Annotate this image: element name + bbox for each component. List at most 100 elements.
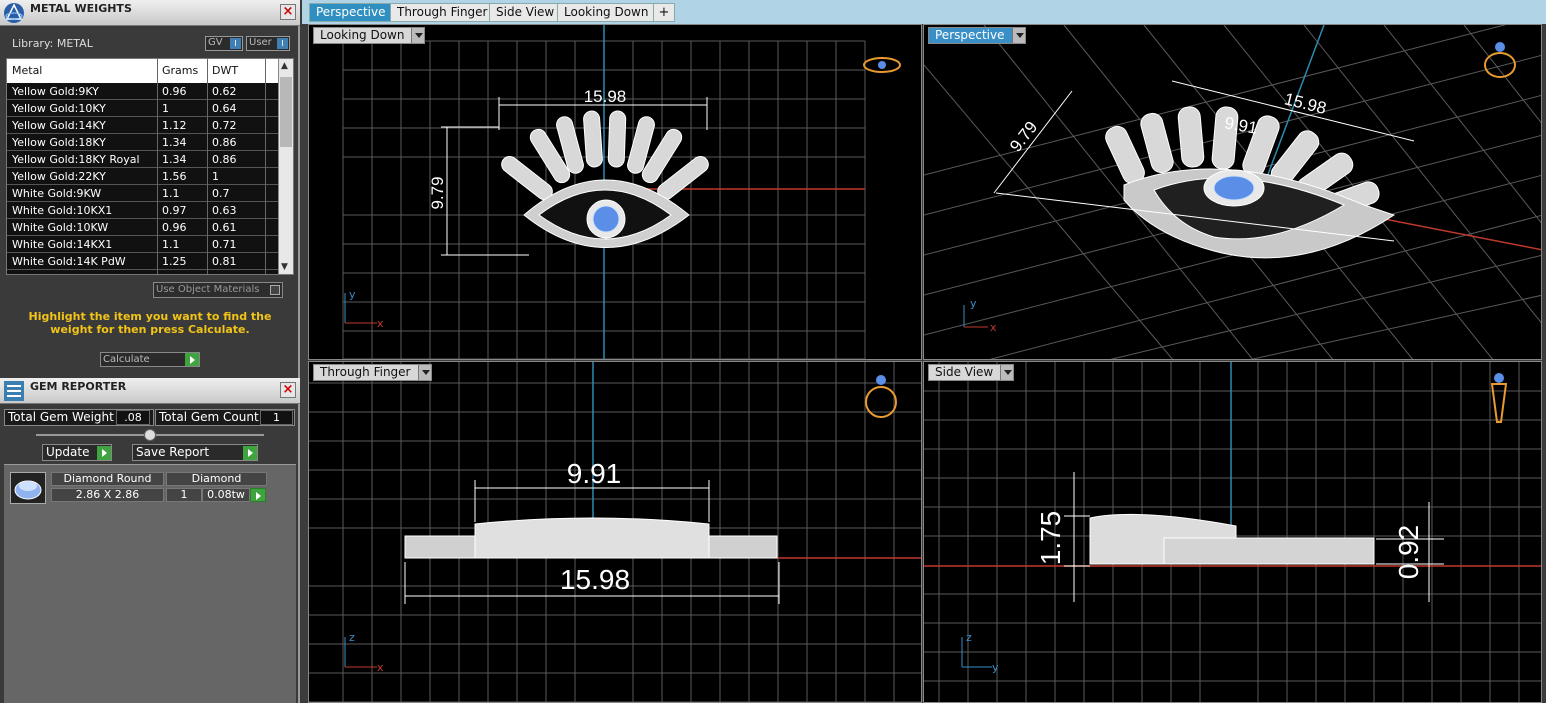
table-row[interactable]: White Gold:10KX1 0.97 0.63 bbox=[7, 202, 293, 219]
table-row[interactable]: Yellow Gold:18KY Royal 1.34 0.86 bbox=[7, 151, 293, 168]
axis-label-vertical: z bbox=[966, 631, 972, 644]
checkbox-icon[interactable] bbox=[270, 285, 280, 295]
user-toggle[interactable]: User I bbox=[246, 36, 290, 51]
gem-splitter[interactable] bbox=[36, 429, 264, 441]
viewport-tab-bar: Perspective Through Finger Side View Loo… bbox=[302, 0, 1546, 24]
table-row[interactable]: White Gold:10KW 0.96 0.61 bbox=[7, 219, 293, 236]
scrollbar-thumb[interactable] bbox=[280, 77, 292, 147]
table-row[interactable]: Yellow Gold:9KY 0.96 0.62 bbox=[7, 83, 293, 100]
grams-cell: 0.96 bbox=[162, 85, 187, 98]
chevron-down-icon[interactable] bbox=[1000, 365, 1014, 380]
play-arrow-icon[interactable] bbox=[185, 353, 199, 366]
tab-looking-down[interactable]: Looking Down bbox=[557, 3, 656, 22]
total-gem-weight-value: .08 bbox=[116, 410, 150, 425]
right-height-dimension: 0.92 bbox=[1393, 525, 1424, 580]
ring-orientation-icon[interactable] bbox=[1490, 373, 1508, 423]
gem-size: 2.86 X 2.86 bbox=[51, 488, 164, 502]
gv-toggle[interactable]: GV I bbox=[205, 36, 243, 51]
tab-perspective[interactable]: Perspective bbox=[309, 3, 393, 22]
metal-name-cell: White Gold:14KX1 bbox=[12, 238, 113, 251]
save-report-button[interactable]: Save Report bbox=[132, 444, 258, 461]
chevron-down-icon[interactable] bbox=[1011, 28, 1025, 43]
viewport-label-looking-down[interactable]: Looking Down bbox=[313, 27, 426, 44]
grams-cell: 1.12 bbox=[162, 119, 187, 132]
play-arrow-icon[interactable] bbox=[251, 489, 265, 501]
tab-through-finger[interactable]: Through Finger bbox=[390, 3, 495, 22]
scroll-down-icon[interactable]: ▼ bbox=[281, 262, 288, 272]
ring-orientation-icon[interactable] bbox=[1484, 42, 1516, 78]
metal-name-cell: Yellow Gold:10KY bbox=[12, 102, 106, 115]
looking-down-canvas: 15.98 9.79 y x bbox=[342, 25, 901, 359]
dwt-cell: 0.63 bbox=[212, 204, 237, 217]
metal-name-cell: Yellow Gold:22KY bbox=[12, 170, 106, 183]
grams-cell: 1.56 bbox=[162, 170, 187, 183]
viewport-perspective[interactable]: 15.98 9.79 9.91 y x Perspective bbox=[923, 24, 1542, 360]
viewport-label-side-view[interactable]: Side View bbox=[928, 364, 1015, 381]
height-dimension: 9.79 bbox=[428, 176, 447, 209]
table-row[interactable]: Yellow Gold:22KY 1.56 1 bbox=[7, 168, 293, 185]
dwt-cell: 0.62 bbox=[212, 85, 237, 98]
bottom-width-dimension: 15.98 bbox=[560, 564, 630, 595]
calculate-button[interactable]: Calculate bbox=[100, 352, 200, 367]
axis-label-horizontal: x bbox=[377, 317, 384, 330]
gem-count: 1 bbox=[166, 488, 202, 502]
metal-table-scrollbar[interactable]: ▲ ▼ bbox=[278, 59, 293, 274]
gem-type: Diamond bbox=[166, 472, 267, 486]
table-row[interactable]: Yellow Gold:14KY 1.12 0.72 bbox=[7, 117, 293, 134]
axis-label-horizontal: x bbox=[990, 321, 997, 334]
play-arrow-icon[interactable] bbox=[243, 446, 257, 460]
grams-cell: 1 bbox=[162, 102, 169, 115]
use-object-materials-checkbox[interactable]: Use Object Materials bbox=[153, 282, 283, 298]
grams-cell: 1.34 bbox=[162, 153, 187, 166]
ring-orientation-icon[interactable] bbox=[865, 375, 897, 418]
column-header-dwt[interactable]: DWT bbox=[212, 64, 238, 77]
column-header-grams[interactable]: Grams bbox=[162, 64, 198, 77]
viewport-side-view[interactable]: 1.75 0.92 z y Side View bbox=[923, 361, 1542, 703]
metal-name-cell: White Gold:9KW bbox=[12, 187, 102, 200]
round-diamond-icon bbox=[14, 480, 42, 500]
viewport-label-through-finger[interactable]: Through Finger bbox=[313, 364, 432, 381]
total-gem-count-value: 1 bbox=[260, 410, 293, 425]
side-view-canvas: 1.75 0.92 z y bbox=[924, 362, 1541, 702]
metal-table-header: Metal Grams DWT bbox=[7, 59, 293, 83]
grams-cell: 1.34 bbox=[162, 136, 187, 149]
metal-name-cell: Yellow Gold:18KY Royal bbox=[12, 153, 140, 166]
table-row[interactable]: White Gold:9KW 1.1 0.7 bbox=[7, 185, 293, 202]
column-header-metal[interactable]: Metal bbox=[12, 64, 42, 77]
tab-side-view[interactable]: Side View bbox=[489, 3, 562, 22]
splitter-knob[interactable] bbox=[144, 429, 156, 441]
gem-detail-button[interactable] bbox=[250, 488, 266, 502]
chevron-down-icon[interactable] bbox=[417, 365, 431, 380]
table-row[interactable]: White Gold:14KX1 1.1 0.71 bbox=[7, 236, 293, 253]
chevron-down-icon[interactable] bbox=[411, 28, 425, 43]
axis-label-vertical: y bbox=[349, 288, 356, 301]
metal-weights-title: METAL WEIGHTS bbox=[30, 2, 132, 15]
gem-reporter-close-button[interactable]: × bbox=[280, 382, 296, 398]
width-dimension: 15.98 bbox=[584, 87, 627, 106]
grams-cell: 0.96 bbox=[162, 221, 187, 234]
viewport-label-perspective[interactable]: Perspective bbox=[928, 27, 1026, 44]
metal-name-cell: Yellow Gold:14KY bbox=[12, 119, 106, 132]
update-button[interactable]: Update bbox=[42, 444, 112, 461]
scroll-up-icon[interactable]: ▲ bbox=[281, 61, 288, 71]
through-finger-canvas: 9.91 15.98 z x bbox=[309, 362, 921, 702]
library-label: Library: METAL bbox=[12, 37, 93, 50]
axis-label-vertical: z bbox=[349, 631, 355, 644]
play-arrow-icon[interactable] bbox=[97, 446, 111, 460]
update-label: Update bbox=[46, 445, 90, 459]
metal-weights-close-button[interactable]: × bbox=[280, 4, 296, 20]
table-row[interactable]: Yellow Gold:10KY 1 0.64 bbox=[7, 100, 293, 117]
table-row[interactable]: White Gold:14K PdW 1.25 0.81 bbox=[7, 253, 293, 270]
viewport-label-text: Looking Down bbox=[320, 28, 405, 42]
add-tab-button[interactable]: + bbox=[653, 3, 675, 22]
user-toggle-label: User bbox=[249, 37, 272, 48]
top-width-dimension: 9.91 bbox=[567, 458, 622, 489]
viewport-looking-down[interactable]: 15.98 9.79 y x Looking Down bbox=[308, 24, 922, 360]
viewport-through-finger[interactable]: 9.91 15.98 z x Through Finger bbox=[308, 361, 922, 703]
total-gem-count-label: Total Gem Count bbox=[159, 410, 259, 424]
gv-toggle-label: GV bbox=[208, 37, 223, 48]
metal-name-cell: Yellow Gold:18KY bbox=[12, 136, 106, 149]
table-row[interactable]: Yellow Gold:18KY 1.34 0.86 bbox=[7, 134, 293, 151]
ring-orientation-icon[interactable] bbox=[863, 57, 901, 73]
metal-table: Metal Grams DWT Yellow Gold:9KY 0.96 0.62 Y… bbox=[6, 58, 294, 275]
